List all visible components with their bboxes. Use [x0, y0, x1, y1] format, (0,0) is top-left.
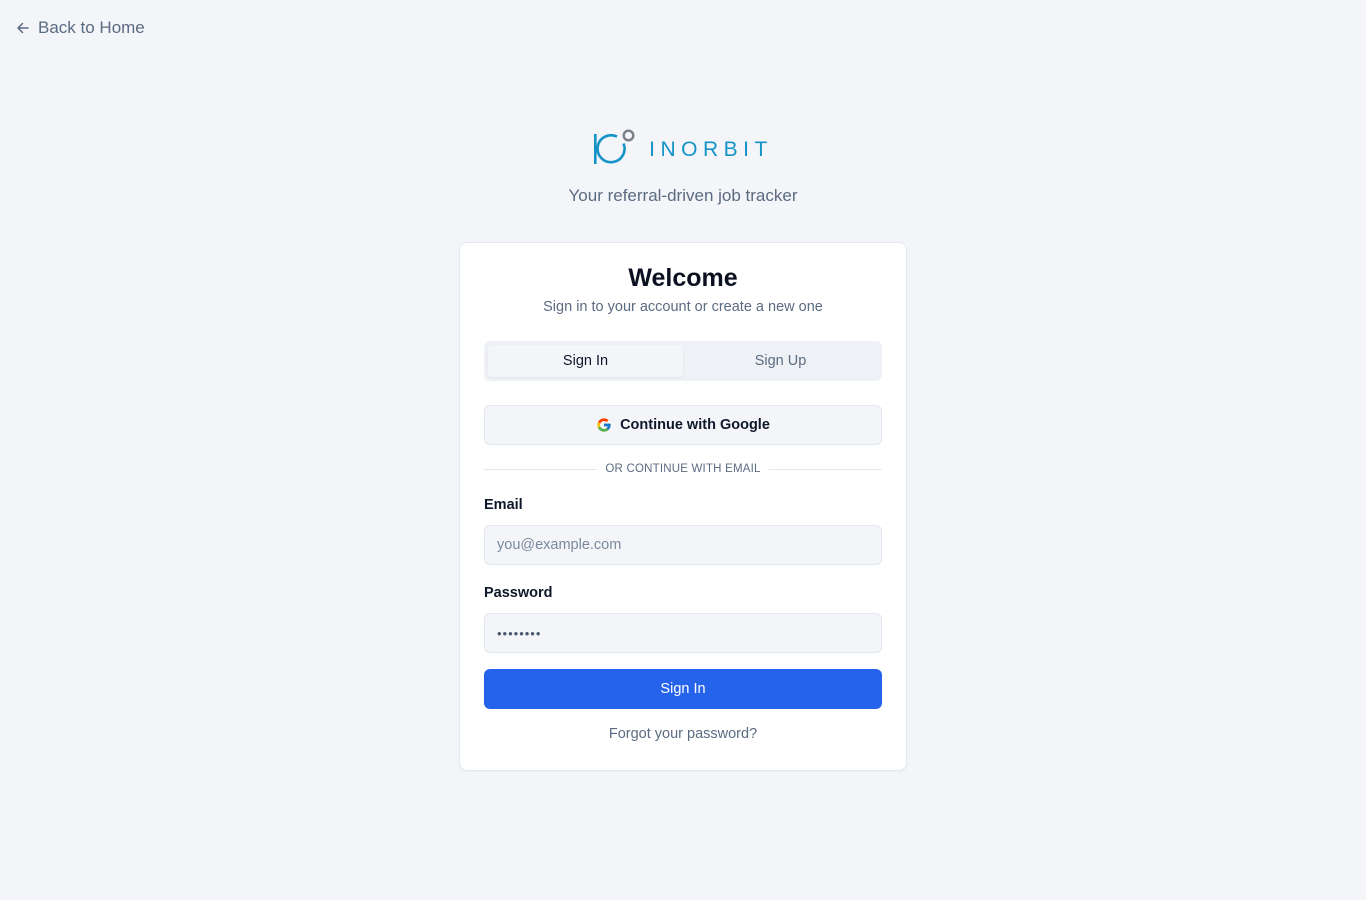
tab-sign-up[interactable]: Sign Up [683, 345, 878, 377]
logo: INORBIT [593, 128, 773, 168]
back-to-home-label: Back to Home [38, 18, 145, 37]
card-subtitle: Sign in to your account or create a new … [543, 299, 823, 315]
email-field[interactable] [484, 525, 882, 565]
email-label: Email [484, 497, 523, 513]
password-field[interactable] [484, 613, 882, 653]
or-divider: OR CONTINUE WITH EMAIL [484, 461, 882, 477]
sign-in-button[interactable]: Sign In [484, 669, 882, 709]
tab-sign-in[interactable]: Sign In [488, 345, 683, 377]
auth-tabs: Sign In Sign Up [484, 341, 882, 381]
arrow-left-icon [17, 22, 29, 34]
auth-card: Welcome Sign in to your account or creat… [459, 242, 907, 771]
inorbit-logo-mark [594, 129, 635, 164]
divider-line-right [768, 468, 882, 470]
brand-logo: INORBIT [0, 128, 1366, 168]
password-label: Password [484, 585, 553, 601]
divider-text: OR CONTINUE WITH EMAIL [605, 463, 761, 475]
forgot-password-link[interactable]: Forgot your password? [460, 726, 906, 742]
google-icon [597, 418, 611, 432]
back-to-home-link[interactable]: Back to Home [16, 17, 145, 39]
continue-with-google-button[interactable]: Continue with Google [484, 405, 882, 445]
card-title: Welcome [628, 264, 738, 292]
continue-with-google-label: Continue with Google [620, 417, 770, 433]
logo-text: INORBIT [649, 137, 773, 161]
tagline: Your referral-driven job tracker [568, 186, 798, 205]
divider-line-left [484, 468, 598, 470]
